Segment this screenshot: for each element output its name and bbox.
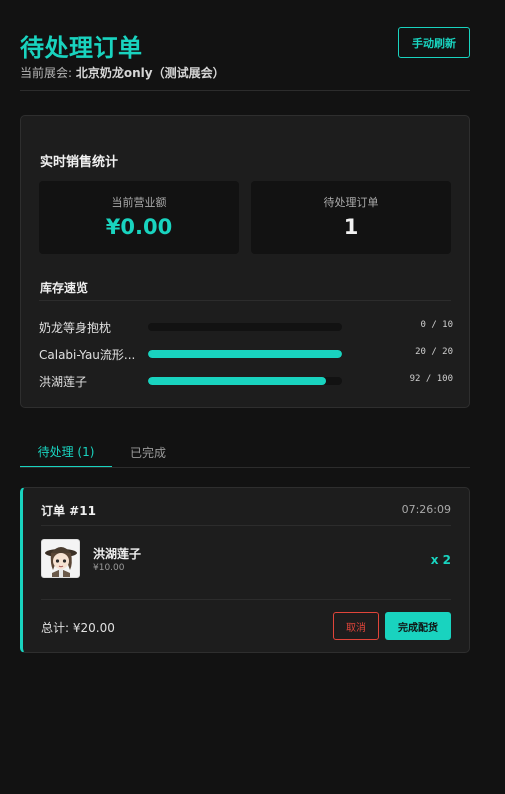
order-tabs: 待处理 (1) 已完成 [20,437,470,468]
cancel-order-button[interactable]: 取消 [333,612,379,640]
inventory-title: 库存速览 [40,281,89,295]
character-illustration-icon [45,547,77,577]
sales-stats-title: 实时销售统计 [40,155,119,170]
revenue-value: ¥0.00 [105,215,173,239]
sales-stats-card: 实时销售统计 当前营业额 ¥0.00 待处理订单 1 库存速览 奶龙等身抱枕 0… [20,115,470,408]
event-name: 北京奶龙only（测试展会） [75,66,225,80]
inventory-row: 奶龙等身抱枕 0 / 10 [39,318,453,336]
order-item-quantity: x 2 [430,553,451,567]
tab-pending[interactable]: 待处理 (1) [20,437,112,468]
inventory-item-name: Calabi-Yau流形... [39,348,136,362]
order-divider [41,599,451,600]
complete-order-button[interactable]: 完成配货 [385,612,451,640]
inventory-item-count: 92 / 100 [409,374,453,384]
product-thumbnail [41,539,80,578]
order-total: 总计: ¥20.00 [41,621,115,635]
inventory-row: Calabi-Yau流形... 20 / 20 [39,345,453,363]
header-divider [20,90,470,91]
inventory-item-name: 洪湖莲子 [39,375,88,389]
inventory-progress-fill [148,377,327,385]
order-item-name: 洪湖莲子 [93,547,142,561]
tabs-divider [20,467,470,468]
event-subtitle-prefix: 当前展会: [20,66,76,80]
inventory-item-count: 20 / 20 [415,347,453,357]
event-subtitle: 当前展会: 北京奶龙only（测试展会） [20,64,225,81]
pending-orders-label: 待处理订单 [323,196,379,209]
order-divider [41,525,451,526]
pending-orders-stat: 待处理订单 1 [251,181,451,254]
inventory-divider [39,300,451,301]
inventory-progress-fill [148,350,342,358]
refresh-button[interactable]: 手动刷新 [398,27,470,58]
inventory-progress-bar [148,350,342,358]
inventory-progress-bar [148,377,342,385]
page-title: 待处理订单 [20,34,143,62]
order-time: 07:26:09 [401,503,451,516]
order-card: 订单 #11 07:26:09 洪湖莲子 ¥10.00 x 2 总计: ¥20.… [20,487,470,653]
order-item-price: ¥10.00 [93,563,125,573]
inventory-item-count: 0 / 10 [420,320,453,330]
revenue-label: 当前营业额 [111,196,167,209]
revenue-stat: 当前营业额 ¥0.00 [39,181,239,254]
inventory-row: 洪湖莲子 92 / 100 [39,372,453,390]
tab-completed[interactable]: 已完成 [112,437,184,467]
inventory-item-name: 奶龙等身抱枕 [39,321,112,335]
pending-orders-value: 1 [343,215,359,239]
inventory-progress-bar [148,323,342,331]
order-id: 订单 #11 [41,504,96,518]
